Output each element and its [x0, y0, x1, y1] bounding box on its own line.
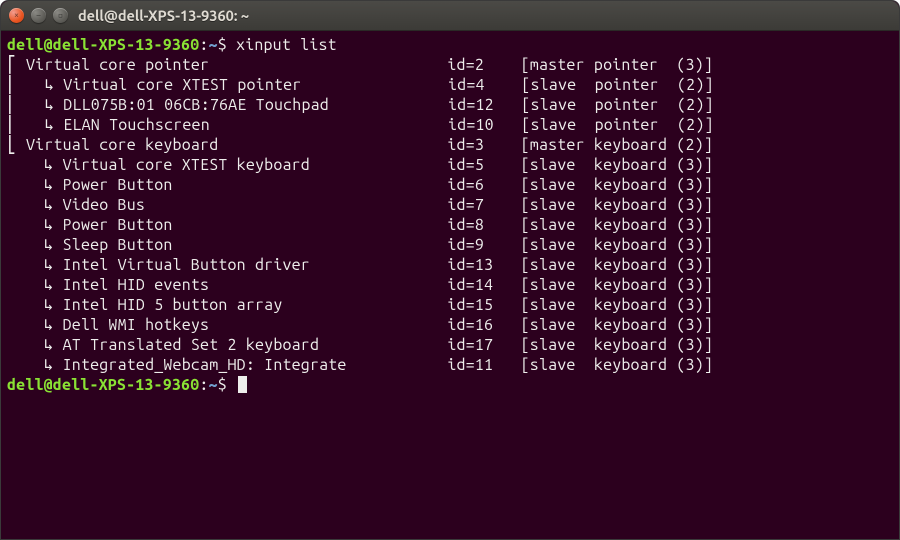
- prompt-dollar: $: [218, 376, 236, 394]
- prompt-line[interactable]: dell@dell-XPS-13-9360:~$: [7, 375, 893, 395]
- device-row: ↳ Intel Virtual Button driver id=13 [sla…: [7, 255, 893, 275]
- close-button[interactable]: ×: [9, 8, 24, 23]
- typed-command: xinput list: [236, 36, 337, 54]
- device-row: ↳ Video Bus id=7 [slave keyboard (3)]: [7, 195, 893, 215]
- terminal-body[interactable]: dell@dell-XPS-13-9360:~$ xinput list⎡ Vi…: [1, 31, 899, 539]
- device-row: ↳ Dell WMI hotkeys id=16 [slave keyboard…: [7, 315, 893, 335]
- minimize-button[interactable]: −: [31, 8, 46, 23]
- titlebar[interactable]: × − ▫ dell@dell-XPS-13-9360: ~: [1, 1, 899, 31]
- maximize-button[interactable]: ▫: [53, 8, 68, 23]
- device-row: ⎜ ↳ ELAN Touchscreen id=10 [slave pointe…: [7, 115, 893, 135]
- device-row: ↳ Power Button id=8 [slave keyboard (3)]: [7, 215, 893, 235]
- prompt-user-host: dell@dell-XPS-13-9360: [7, 376, 199, 394]
- prompt-sep: :: [199, 376, 208, 394]
- prompt-cwd: ~: [209, 36, 218, 54]
- prompt-sep: :: [199, 36, 208, 54]
- device-row: ↳ Intel HID 5 button array id=15 [slave …: [7, 295, 893, 315]
- device-row: ↳ AT Translated Set 2 keyboard id=17 [sl…: [7, 335, 893, 355]
- window-buttons: × − ▫: [9, 8, 68, 23]
- device-row: ↳ Intel HID events id=14 [slave keyboard…: [7, 275, 893, 295]
- cursor: [238, 376, 247, 393]
- terminal-window: × − ▫ dell@dell-XPS-13-9360: ~ dell@dell…: [0, 0, 900, 540]
- device-row: ⎜ ↳ Virtual core XTEST pointer id=4 [sla…: [7, 75, 893, 95]
- device-row: ↳ Integrated_Webcam_HD: Integrate id=11 …: [7, 355, 893, 375]
- command-line: dell@dell-XPS-13-9360:~$ xinput list: [7, 35, 893, 55]
- device-row: ↳ Virtual core XTEST keyboard id=5 [slav…: [7, 155, 893, 175]
- device-row: ↳ Power Button id=6 [slave keyboard (3)]: [7, 175, 893, 195]
- device-row: ⎡ Virtual core pointer id=2 [master poin…: [7, 55, 893, 75]
- device-row: ↳ Sleep Button id=9 [slave keyboard (3)]: [7, 235, 893, 255]
- device-row: ⎜ ↳ DLL075B:01 06CB:76AE Touchpad id=12 …: [7, 95, 893, 115]
- window-title: dell@dell-XPS-13-9360: ~: [78, 7, 249, 24]
- prompt-user-host: dell@dell-XPS-13-9360: [7, 36, 199, 54]
- prompt-dollar: $: [218, 36, 236, 54]
- device-row: ⎣ Virtual core keyboard id=3 [master key…: [7, 135, 893, 155]
- prompt-cwd: ~: [209, 376, 218, 394]
